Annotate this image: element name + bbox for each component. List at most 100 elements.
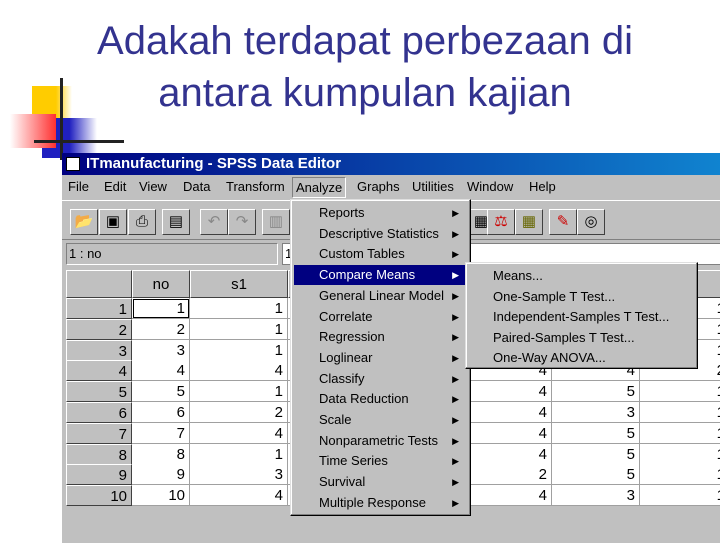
menu-transform[interactable]: Transform: [226, 176, 285, 198]
menu-item-correlate[interactable]: Correlate ▶: [294, 307, 467, 327]
table-cell[interactable]: 1: [640, 422, 720, 444]
row-header[interactable]: 3: [66, 339, 132, 361]
menu-item-regression[interactable]: Regression ▶: [294, 327, 467, 347]
table-cell[interactable]: 1: [190, 443, 288, 465]
menu-item-descriptive-statistics[interactable]: Descriptive Statistics ▶: [294, 224, 467, 244]
undo-icon[interactable]: ↶: [200, 209, 228, 235]
menu-item-label: Loglinear: [319, 349, 373, 365]
use-sets-icon[interactable]: ◎: [577, 209, 605, 235]
menu-item-multiple-response[interactable]: Multiple Response ▶: [294, 493, 467, 513]
print-icon[interactable]: ⎙: [128, 209, 156, 235]
table-cell[interactable]: 4: [464, 485, 552, 507]
table-cell[interactable]: 1: [190, 339, 288, 361]
table-cell[interactable]: 1: [640, 402, 720, 423]
menu-item-label: Classify: [319, 370, 365, 386]
table-cell[interactable]: 5: [552, 381, 640, 403]
redo-icon[interactable]: ↷: [228, 209, 256, 235]
table-cell[interactable]: 2: [190, 402, 288, 423]
table-cell[interactable]: 3: [552, 402, 640, 423]
menu-item-data-reduction[interactable]: Data Reduction ▶: [294, 389, 467, 409]
open-icon[interactable]: 📂: [70, 209, 98, 235]
table-cell[interactable]: 1: [640, 485, 720, 507]
cell-reference: 1 : no: [66, 243, 278, 265]
menu-help[interactable]: Help: [529, 176, 556, 198]
table-cell[interactable]: 4: [190, 422, 288, 444]
menu-data[interactable]: Data: [183, 176, 210, 198]
row-header[interactable]: 2: [66, 318, 132, 340]
menu-item-general-linear-model[interactable]: General Linear Model ▶: [294, 286, 467, 306]
table-cell[interactable]: 2: [132, 318, 190, 340]
submenu-item-one-sample-t-test[interactable]: One-Sample T Test...: [469, 287, 615, 307]
row-header[interactable]: 5: [66, 381, 132, 403]
menu-item-compare-means[interactable]: Compare Means ▶: [294, 265, 467, 286]
weight-cases-icon[interactable]: ⚖: [487, 209, 515, 235]
menu-item-custom-tables[interactable]: Custom Tables ▶: [294, 244, 467, 264]
menu-item-classify[interactable]: Classify ▶: [294, 369, 467, 389]
menu-edit[interactable]: Edit: [104, 176, 126, 198]
save-icon[interactable]: ▣: [99, 209, 127, 235]
table-cell[interactable]: 9: [132, 464, 190, 486]
submenu-arrow-icon: ▶: [452, 373, 459, 384]
menu-analyze[interactable]: Analyze: [292, 177, 347, 198]
table-cell[interactable]: 4: [464, 443, 552, 465]
corner-header[interactable]: [66, 270, 132, 298]
column-header-s1[interactable]: s1: [190, 270, 288, 298]
table-cell[interactable]: 5: [552, 443, 640, 465]
menu-item-scale[interactable]: Scale ▶: [294, 410, 467, 430]
goto-chart-icon[interactable]: ▥: [262, 209, 290, 235]
menu-utilities[interactable]: Utilities: [412, 176, 454, 198]
row-header[interactable]: 1: [66, 298, 132, 319]
menu-item-survival[interactable]: Survival ▶: [294, 472, 467, 492]
select-cases-icon[interactable]: ▦: [515, 209, 543, 235]
menu-graphs[interactable]: Graphs: [357, 176, 400, 198]
table-cell[interactable]: 4: [464, 422, 552, 444]
table-cell[interactable]: 1: [132, 298, 190, 319]
table-cell[interactable]: 5: [552, 464, 640, 486]
table-cell[interactable]: 1: [640, 443, 720, 465]
table-cell[interactable]: 1: [190, 381, 288, 403]
table-cell[interactable]: 3: [552, 485, 640, 507]
value-labels-icon[interactable]: ✎: [549, 209, 577, 235]
table-cell[interactable]: 4: [464, 381, 552, 403]
submenu-item-means[interactable]: Means...: [469, 266, 543, 286]
menu-item-reports[interactable]: Reports ▶: [294, 203, 467, 223]
table-cell[interactable]: 4: [464, 402, 552, 423]
column-header-no[interactable]: no: [132, 270, 190, 298]
submenu-item-paired-samples-t-test[interactable]: Paired-Samples T Test...: [469, 328, 635, 348]
row-header[interactable]: 7: [66, 422, 132, 444]
table-cell[interactable]: 3: [132, 339, 190, 361]
menu-item-label: Custom Tables: [319, 246, 405, 262]
table-cell[interactable]: 1: [640, 381, 720, 403]
submenu-item-one-way-anova[interactable]: One-Way ANOVA...: [469, 348, 606, 368]
dialog-recall-icon[interactable]: ▤: [162, 209, 190, 235]
table-cell[interactable]: 2: [464, 464, 552, 486]
menu-item-nonparametric-tests[interactable]: Nonparametric Tests ▶: [294, 431, 467, 451]
table-cell[interactable]: 3: [190, 464, 288, 486]
analyze-menu: Reports ▶ Descriptive Statistics ▶ Custom Ta…: [290, 199, 471, 516]
submenu-item-independent-samples-t-test[interactable]: Independent-Samples T Test...: [469, 307, 669, 327]
table-cell[interactable]: 4: [190, 485, 288, 507]
table-cell[interactable]: 4: [132, 360, 190, 382]
submenu-arrow-icon: ▶: [452, 228, 459, 239]
row-header[interactable]: 4: [66, 360, 132, 382]
table-cell[interactable]: 1: [190, 298, 288, 319]
table-cell[interactable]: 7: [132, 422, 190, 444]
menu-item-loglinear[interactable]: Loglinear ▶: [294, 348, 467, 368]
table-cell[interactable]: 1: [640, 464, 720, 486]
menu-item-time-series[interactable]: Time Series ▶: [294, 451, 467, 471]
row-header[interactable]: 10: [66, 485, 132, 507]
table-cell[interactable]: 6: [132, 402, 190, 423]
submenu-arrow-icon: ▶: [452, 352, 459, 363]
menu-file[interactable]: File: [68, 176, 89, 198]
row-header[interactable]: 9: [66, 464, 132, 486]
row-header[interactable]: 6: [66, 402, 132, 423]
menu-view[interactable]: View: [139, 176, 167, 198]
menu-window[interactable]: Window: [467, 176, 513, 198]
table-cell[interactable]: 1: [190, 318, 288, 340]
table-cell[interactable]: 5: [552, 422, 640, 444]
table-cell[interactable]: 5: [132, 381, 190, 403]
table-cell[interactable]: 4: [190, 360, 288, 382]
table-cell[interactable]: 10: [132, 485, 190, 507]
row-header[interactable]: 8: [66, 443, 132, 465]
table-cell[interactable]: 8: [132, 443, 190, 465]
